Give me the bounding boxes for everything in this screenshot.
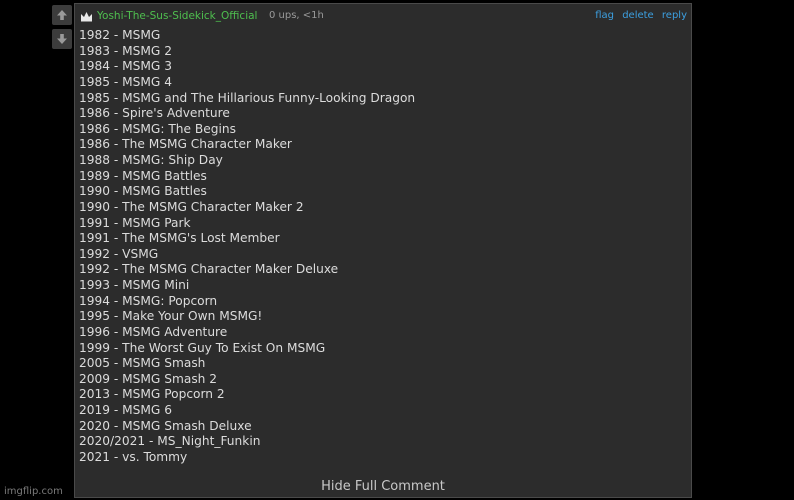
comment-line: 1989 - MSMG Battles: [79, 168, 207, 183]
comment-line: 2005 - MSMG Smash: [79, 356, 206, 371]
comment-line: 1993 - MSMG Mini: [79, 278, 190, 292]
comment-line: 2021 - vs. Tommy: [79, 449, 188, 464]
flag-link[interactable]: flag: [595, 10, 614, 21]
reply-link[interactable]: reply: [662, 10, 687, 21]
comment-actions: flag delete reply: [590, 9, 687, 23]
comment-line: 2020 - MSMG Smash Deluxe: [79, 418, 252, 433]
comment-line: 1985 - MSMG 4: [79, 74, 173, 89]
arrow-up-icon: [57, 10, 67, 20]
comment-line: 1992 - The MSMG Character Maker Deluxe: [79, 262, 339, 277]
comment-line: 1994 - MSMG: Popcorn: [79, 293, 218, 308]
comment-line: 1991 - The MSMG's Lost Member: [79, 231, 280, 246]
comment-line: 1983 - MSMG 2: [79, 43, 173, 58]
comment-line: 1996 - MSMG Adventure: [79, 324, 228, 339]
comment-line: 1990 - MSMG Battles: [79, 184, 207, 199]
hide-full-comment-button[interactable]: Hide Full Comment: [75, 479, 691, 494]
imgflip-watermark: imgflip.com: [4, 486, 63, 497]
downvote-button[interactable]: [52, 29, 72, 49]
comment-line: 1985 - MSMG and The Hillarious Funny-Loo…: [79, 90, 416, 105]
comment-line: 1995 - Make Your Own MSMG!: [79, 309, 263, 324]
comment-line: 1982 - MSMG: [79, 28, 161, 42]
comment-line: 1988 - MSMG: Ship Day: [79, 153, 223, 167]
comment-line: 1990 - The MSMG Character Maker 2: [79, 199, 304, 214]
comment-line: 1986 - The MSMG Character Maker: [79, 137, 292, 152]
comment-line: 1984 - MSMG 3: [79, 59, 173, 74]
comment-panel: Yoshi-The-Sus-Sidekick_Official 0 ups, <…: [74, 3, 692, 498]
comment-line: 1986 - Spire's Adventure: [79, 106, 230, 121]
comment-body: 1982 - MSMG 1983 - MSMG 2 1984 - MSMG 3 …: [79, 28, 415, 466]
username-link[interactable]: Yoshi-The-Sus-Sidekick_Official: [97, 9, 257, 23]
comment-line: 1986 - MSMG: The Begins: [79, 121, 236, 136]
comment-line: 1999 - The Worst Guy To Exist On MSMG: [79, 340, 326, 355]
comment-line: 2013 - MSMG Popcorn 2: [79, 387, 225, 402]
comment-line: 1992 - VSMG: [79, 246, 159, 261]
comment-line: 2020/2021 - MS_Night_Funkin: [79, 434, 261, 449]
delete-link[interactable]: delete: [622, 10, 654, 21]
arrow-down-icon: [57, 34, 67, 44]
comment-line: 2019 - MSMG 6: [79, 403, 173, 417]
comment-line: 2009 - MSMG Smash 2: [79, 371, 218, 386]
comment-meta: 0 ups, <1h: [269, 10, 324, 21]
comment-line: 1991 - MSMG Park: [79, 215, 191, 230]
vote-column: [52, 5, 72, 53]
upvote-button[interactable]: [52, 5, 72, 25]
crown-icon: [81, 12, 92, 22]
comment-header: Yoshi-The-Sus-Sidekick_Official 0 ups, <…: [80, 9, 687, 25]
